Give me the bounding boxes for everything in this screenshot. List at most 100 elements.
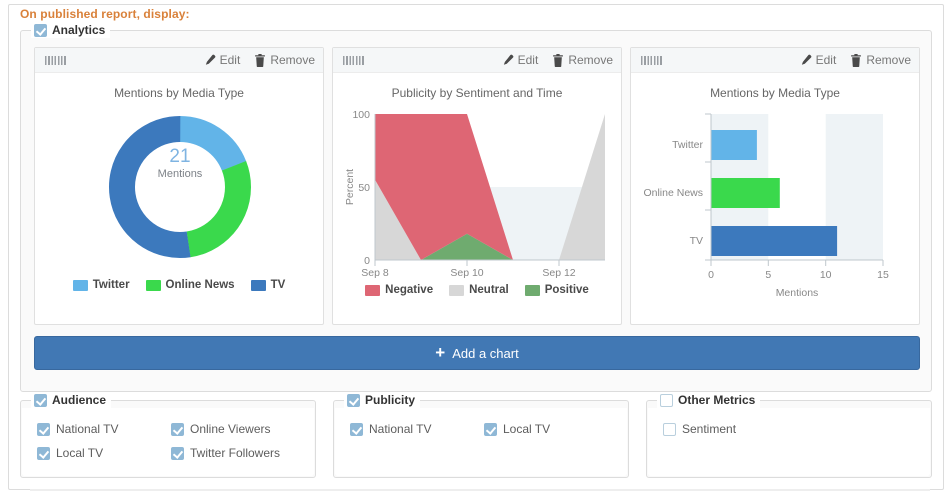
legend-label: Online News [166, 279, 235, 291]
x-tick-label: Sep 8 [361, 267, 389, 279]
edit-label: Edit [518, 52, 539, 69]
drag-handle-icon[interactable] [641, 56, 663, 65]
publicity-sentiment-area-chart: 100 50 0 Percent [333, 100, 621, 282]
y-axis-title: Percent [344, 169, 356, 205]
publicity-legend[interactable]: Publicity [344, 392, 420, 408]
chart-title: Mentions by Media Type [631, 86, 919, 100]
legend-item-neutral[interactable]: Neutral [449, 284, 509, 296]
trash-icon [552, 54, 564, 67]
remove-button[interactable]: Remove [254, 52, 315, 69]
checkbox[interactable] [37, 447, 50, 460]
edit-button[interactable]: Edit [799, 52, 837, 69]
edit-label: Edit [816, 52, 837, 69]
checkbox[interactable] [171, 423, 184, 436]
publicity-option-national-tv[interactable]: National TV [350, 422, 484, 436]
legend-label: TV [271, 279, 286, 291]
audience-legend-label: Audience [52, 393, 106, 407]
legend-item-online-news[interactable]: Online News [146, 279, 235, 291]
add-chart-button[interactable]: + Add a chart [34, 336, 920, 370]
audience-option-online-viewers[interactable]: Online Viewers [171, 422, 311, 436]
legend-swatch [525, 285, 540, 296]
edit-button[interactable]: Edit [501, 52, 539, 69]
audience-section: Audience National TV Online Viewers Loca… [20, 400, 316, 478]
option-label: National TV [56, 422, 118, 436]
report-display-settings-panel: On published report, display: Analytics [0, 0, 952, 502]
other-metrics-section: Other Metrics Sentiment [646, 400, 932, 478]
bar-tv [711, 226, 837, 256]
legend-label: Positive [545, 284, 589, 296]
pencil-icon [501, 54, 514, 67]
legend-item-positive[interactable]: Positive [525, 284, 589, 296]
analytics-section: Analytics Edit [20, 30, 932, 392]
analytics-checkbox[interactable] [34, 24, 47, 37]
publicity-body [335, 408, 627, 476]
chart-card: Edit Remove Mentions by Media Type [630, 47, 920, 325]
legend-item-twitter[interactable]: Twitter [73, 279, 130, 291]
drag-handle-icon[interactable] [343, 56, 365, 65]
edit-button[interactable]: Edit [203, 52, 241, 69]
audience-option-twitter-followers[interactable]: Twitter Followers [171, 446, 311, 460]
chart-legend: Negative Neutral Positive [333, 284, 621, 296]
option-label: Twitter Followers [190, 446, 280, 460]
remove-button[interactable]: Remove [850, 52, 911, 69]
pencil-icon [203, 54, 216, 67]
y-category-label: Online News [643, 187, 703, 199]
audience-option-local-tv[interactable]: Local TV [37, 446, 171, 460]
checkbox[interactable] [37, 423, 50, 436]
legend-item-negative[interactable]: Negative [365, 284, 433, 296]
checkbox[interactable] [171, 447, 184, 460]
audience-option-national-tv[interactable]: National TV [37, 422, 171, 436]
x-tick-label: 5 [765, 269, 771, 281]
other-metrics-legend[interactable]: Other Metrics [657, 392, 760, 408]
chart-title: Publicity by Sentiment and Time [333, 86, 621, 100]
other-metrics-option-sentiment[interactable]: Sentiment [663, 422, 797, 436]
panel-bottom-divider [30, 489, 930, 491]
chart-legend: Twitter Online News TV [35, 279, 323, 291]
bar-chart-svg: Twitter Online News TV [631, 100, 921, 300]
plus-icon: + [435, 346, 445, 360]
other-metrics-options: Sentiment [663, 422, 937, 436]
chart-card-actions: Edit Remove [799, 52, 911, 69]
y-tick-label: 100 [352, 109, 370, 121]
mentions-bar-chart: Twitter Online News TV [631, 100, 919, 303]
checkbox[interactable] [484, 423, 497, 436]
chart-card-header: Edit Remove [333, 48, 621, 73]
option-label: Local TV [503, 422, 550, 436]
publicity-option-local-tv[interactable]: Local TV [484, 422, 624, 436]
remove-label: Remove [270, 52, 315, 69]
analytics-legend[interactable]: Analytics [31, 22, 110, 38]
publicity-legend-label: Publicity [365, 393, 415, 407]
analytics-legend-label: Analytics [52, 23, 105, 37]
x-tick-label: Sep 10 [450, 267, 483, 279]
other-metrics-checkbox[interactable] [660, 394, 673, 407]
bar-online-news [711, 178, 780, 208]
publicity-options: National TV Local TV [350, 422, 624, 436]
y-category-label: Twitter [672, 139, 703, 151]
donut-svg [35, 100, 325, 275]
add-chart-label: Add a chart [452, 346, 519, 361]
drag-handle-icon[interactable] [45, 56, 67, 65]
remove-button[interactable]: Remove [552, 52, 613, 69]
x-tick-label: 10 [820, 269, 832, 281]
checkbox[interactable] [663, 423, 676, 436]
x-tick-label: Sep 12 [542, 267, 575, 279]
remove-label: Remove [866, 52, 911, 69]
option-label: Sentiment [682, 422, 736, 436]
option-label: Online Viewers [190, 422, 270, 436]
x-tick-label: 15 [877, 269, 889, 281]
legend-swatch [365, 285, 380, 296]
checkbox[interactable] [350, 423, 363, 436]
audience-legend[interactable]: Audience [31, 392, 111, 408]
legend-label: Twitter [93, 279, 130, 291]
audience-options: National TV Online Viewers Local TV Twit… [37, 422, 311, 460]
legend-swatch [251, 280, 266, 291]
mentions-donut-chart: 21 Mentions [35, 100, 325, 275]
legend-label: Negative [385, 284, 433, 296]
chart-card: Edit Remove Publicity by Sentiment and T… [332, 47, 622, 325]
chart-card-header: Edit Remove [631, 48, 919, 73]
audience-checkbox[interactable] [34, 394, 47, 407]
legend-item-tv[interactable]: TV [251, 279, 286, 291]
chart-card-actions: Edit Remove [501, 52, 613, 69]
option-label: National TV [369, 422, 431, 436]
publicity-checkbox[interactable] [347, 394, 360, 407]
